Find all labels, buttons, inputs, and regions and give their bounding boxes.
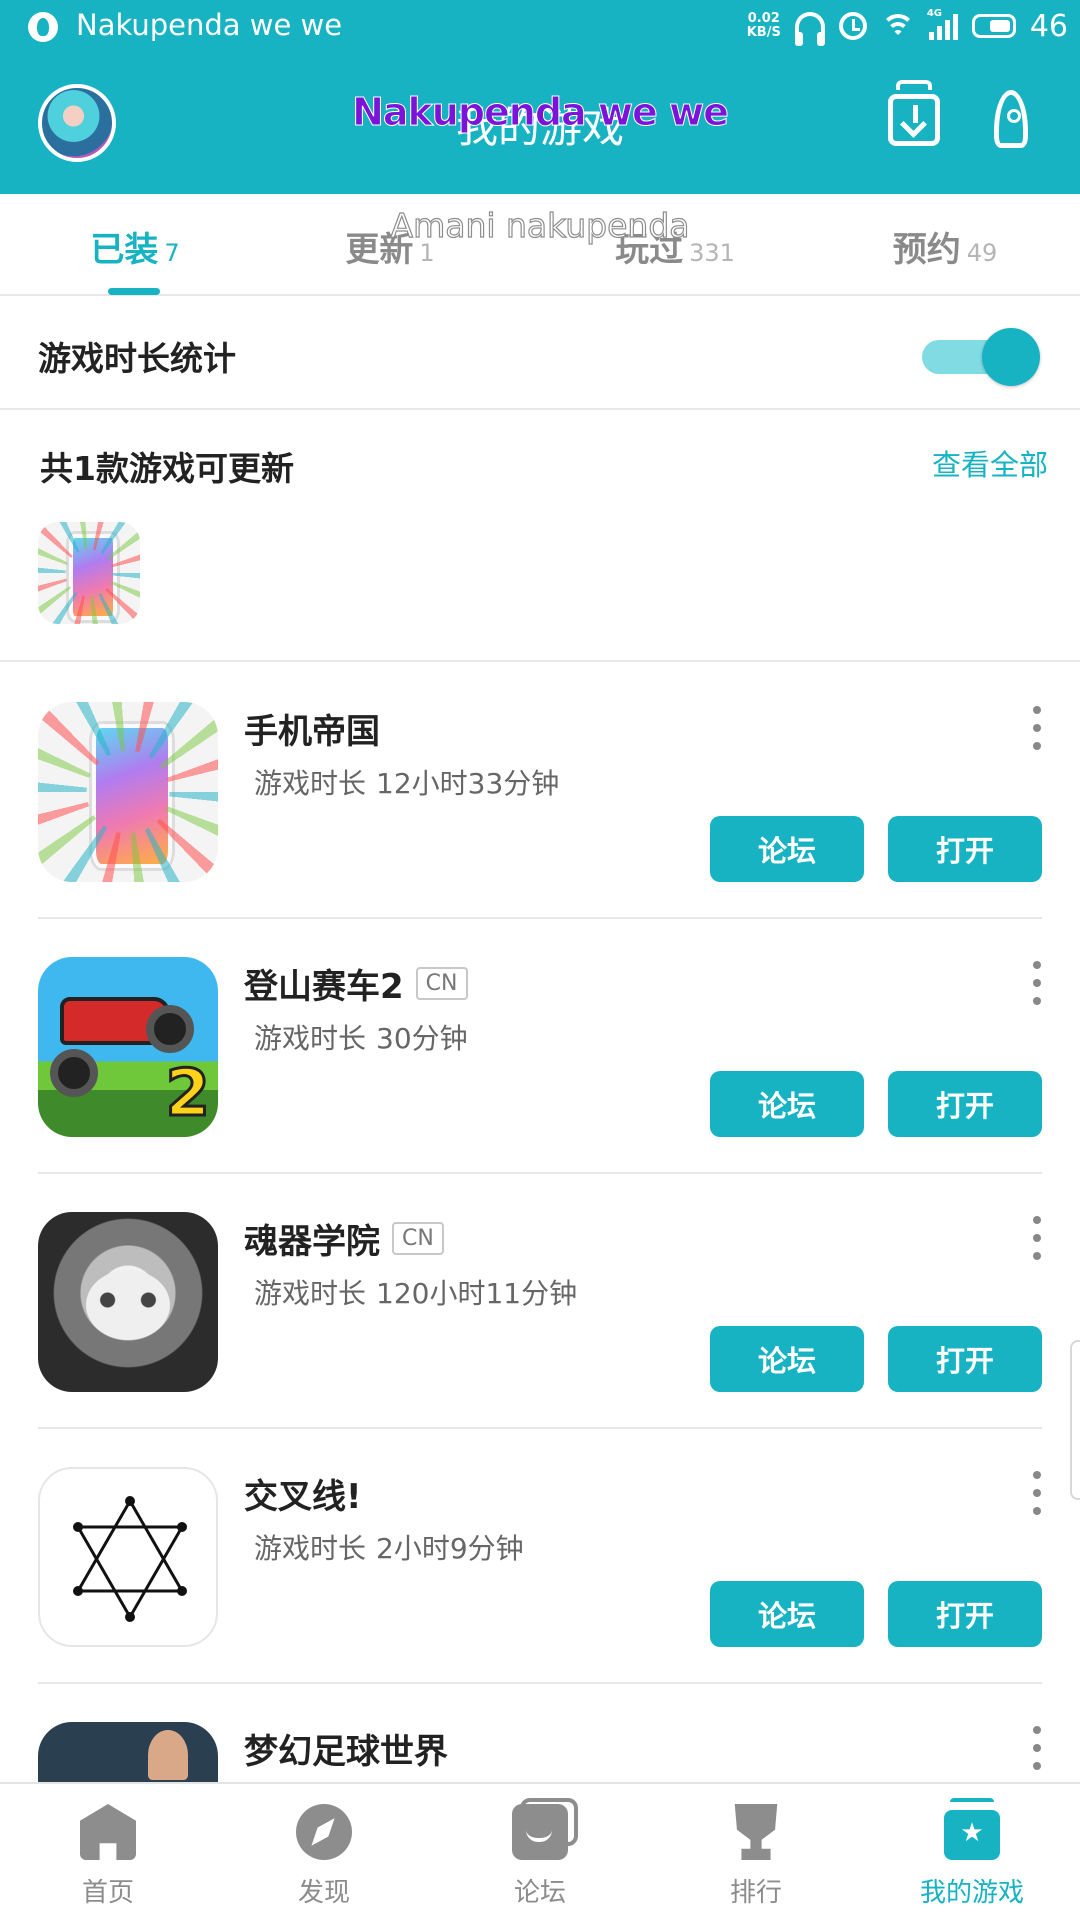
update-game-icon[interactable] [38, 522, 140, 624]
nav-home[interactable]: 首页 [0, 1784, 216, 1920]
wifi-icon [880, 12, 915, 40]
game-name: 魂器学院 CN [244, 1214, 444, 1263]
nav-forum[interactable]: 论坛 [432, 1784, 648, 1920]
cell-signal-icon: 4G [927, 8, 958, 40]
my-games-icon [944, 1798, 1000, 1860]
game-icon-fantasy-football[interactable] [38, 1722, 218, 1782]
playtime-label: 游戏时长 [254, 1022, 367, 1055]
wheel-shape [146, 1005, 194, 1053]
tab-active-indicator [108, 288, 160, 295]
game-name: 手机帝国 [244, 704, 380, 753]
updates-title: 共1款游戏可更新 [40, 449, 294, 488]
scrollbar[interactable] [1070, 1340, 1080, 1500]
more-options-icon[interactable] [1030, 706, 1044, 750]
open-button[interactable]: 打开 [888, 1326, 1042, 1392]
nav-label: 我的游戏 [919, 1878, 1024, 1908]
wheel-shape [50, 1049, 98, 1097]
open-button[interactable]: 打开 [888, 1581, 1042, 1647]
home-icon [80, 1804, 136, 1860]
floating-lyric-line-2: Amani nakupenda [390, 205, 690, 245]
game-playtime: 游戏时长 12小时33分钟 [244, 762, 559, 802]
floating-lyric-line-1: Nakupenda we we [352, 90, 730, 135]
updates-section: 共1款游戏可更新 查看全部 [0, 412, 1080, 662]
playtime-label: 游戏时长 [254, 1532, 367, 1565]
download-icon-lid [896, 80, 932, 90]
playtime-value: 12小时33分钟 [376, 767, 560, 800]
game-name: 登山赛车2 CN [244, 959, 468, 1008]
more-options-icon[interactable] [1030, 961, 1044, 1005]
game-item: 梦幻足球世界 [0, 1684, 1080, 1782]
playtime-stats-label: 游戏时长统计 [38, 339, 236, 378]
game-playtime: 游戏时长 30分钟 [244, 1017, 468, 1057]
game-title: 手机帝国 [244, 712, 380, 752]
battery-icon [971, 14, 1016, 38]
game-name: 梦幻足球世界 [244, 1724, 448, 1773]
open-button[interactable]: 打开 [888, 1071, 1042, 1137]
trophy-icon [734, 1804, 778, 1860]
playtime-stats-row: 游戏时长统计 [0, 298, 1080, 410]
status-bar: Nakupenda we we 0.02 KB/S 4G 46 [0, 0, 1080, 52]
network-speed-value: 0.02 [747, 11, 780, 26]
bottom-navigation: 首页 发现 论坛 排行 我的游戏 [0, 1782, 1080, 1920]
forum-button[interactable]: 论坛 [710, 1326, 864, 1392]
game-name: 交叉线! [244, 1469, 362, 1518]
network-speed: 0.02 KB/S [747, 12, 781, 40]
nav-label: 首页 [81, 1878, 134, 1908]
icon-number: 2 [164, 1056, 212, 1133]
forum-button[interactable]: 论坛 [710, 1071, 864, 1137]
playtime-value: 30分钟 [376, 1022, 468, 1055]
star-of-david-icon [73, 1496, 187, 1622]
nav-my-games[interactable]: 我的游戏 [864, 1784, 1080, 1920]
playtime-value: 120小时11分钟 [376, 1277, 578, 1310]
game-title: 梦幻足球世界 [244, 1732, 448, 1772]
forum-button[interactable]: 论坛 [710, 1581, 864, 1647]
music-app-icon [28, 12, 58, 42]
playtime-value: 2小时9分钟 [376, 1532, 524, 1565]
game-item: 魂器学院 CN 游戏时长 120小时11分钟 论坛 打开 [0, 1174, 1080, 1429]
battery-level: 46 [1029, 8, 1068, 44]
game-icon-cross-lines[interactable] [38, 1467, 218, 1647]
status-icons: 0.02 KB/S 4G 46 [747, 6, 1068, 46]
open-button[interactable]: 打开 [888, 816, 1042, 882]
headset-icon [794, 12, 825, 46]
region-badge: CN [415, 967, 468, 1000]
game-title: 魂器学院 [244, 1222, 380, 1262]
chat-icon [512, 1798, 578, 1860]
game-item: 手机帝国 游戏时长 12小时33分钟 论坛 打开 [0, 664, 1080, 919]
more-options-icon[interactable] [1030, 1216, 1044, 1260]
network-type: 4G [926, 8, 942, 19]
game-item: 2 登山赛车2 CN 游戏时长 30分钟 论坛 打开 [0, 919, 1080, 1174]
more-options-icon[interactable] [1030, 1726, 1044, 1770]
playtime-label: 游戏时长 [254, 1277, 367, 1310]
game-icon-phone-empire[interactable] [38, 702, 218, 882]
nav-label: 发现 [297, 1878, 350, 1908]
game-title: 交叉线! [244, 1477, 362, 1517]
game-item: 交叉线! 游戏时长 2小时9分钟 论坛 打开 [0, 1429, 1080, 1684]
game-icon-soul-academy[interactable] [38, 1212, 218, 1392]
network-speed-unit: KB/S [746, 25, 781, 40]
nav-label: 论坛 [513, 1878, 566, 1908]
playtime-stats-toggle[interactable] [922, 328, 1040, 386]
forum-button[interactable]: 论坛 [710, 816, 864, 882]
compass-icon [296, 1804, 352, 1860]
game-playtime: 游戏时长 2小时9分钟 [244, 1527, 524, 1567]
game-icon-hill-climb[interactable]: 2 [38, 957, 218, 1137]
region-badge: CN [392, 1222, 444, 1255]
toggle-knob [982, 328, 1040, 386]
playtime-label: 游戏时长 [254, 767, 367, 800]
nav-discover[interactable]: 发现 [216, 1784, 432, 1920]
more-options-icon[interactable] [1030, 1471, 1044, 1515]
game-playtime: 游戏时长 120小时11分钟 [244, 1272, 577, 1312]
nav-ranking[interactable]: 排行 [648, 1784, 864, 1920]
nav-label: 排行 [729, 1878, 782, 1908]
game-title: 登山赛车2 [244, 967, 404, 1007]
now-playing-song: Nakupenda we we [76, 8, 343, 42]
alarm-icon [838, 12, 867, 40]
view-all-link[interactable]: 查看全部 [932, 442, 1048, 484]
